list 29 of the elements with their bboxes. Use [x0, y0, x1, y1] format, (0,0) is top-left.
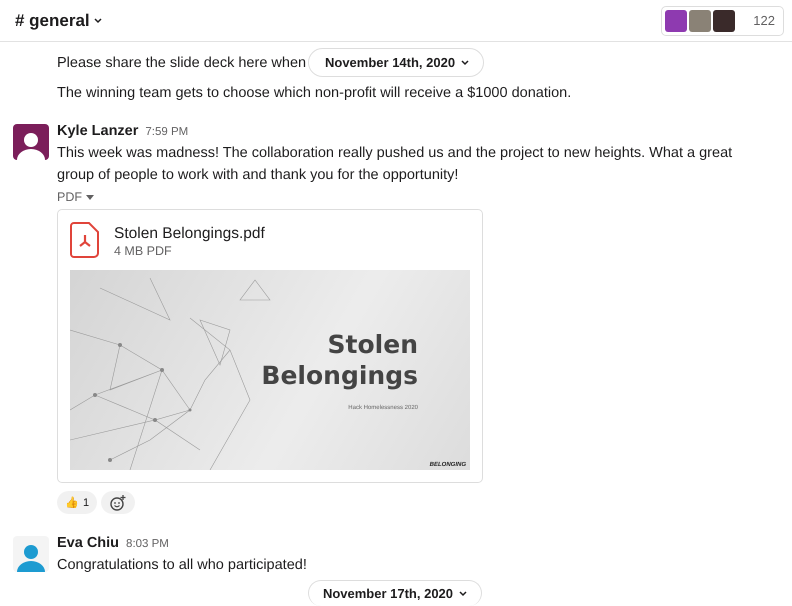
date-divider[interactable]: November 17th, 2020 [308, 580, 482, 606]
author-name: Eva Chiu [57, 534, 120, 553]
message-text: Please share the slide deck here when [57, 54, 306, 73]
message-text: This week was madness! The collaboration really pushed us and the project to new heights. What a great group of people to work with and thank you for the opportunity! [57, 144, 734, 185]
attachment-label[interactable]: PDF [57, 190, 94, 204]
slide-title: Stolen Belongings [261, 329, 418, 391]
channel-name[interactable]: # general [15, 10, 102, 30]
file-meta: 4 MB PDF [114, 244, 173, 258]
date-divider[interactable]: November 14th, 2020 [308, 48, 484, 77]
avatar [13, 124, 49, 160]
avatar-icon [689, 10, 712, 32]
file-name[interactable]: Stolen Belongings.pdf [114, 222, 265, 244]
reaction[interactable]: 👍 1 [57, 491, 98, 514]
pdf-file-icon [70, 222, 100, 258]
timestamp: 7:59 PM [145, 126, 188, 138]
caret-icon [94, 18, 102, 24]
smiley-plus-icon [110, 494, 126, 510]
members-button[interactable]: 122 [661, 6, 784, 36]
timestamp: 8:03 PM [126, 538, 169, 550]
caret-icon [461, 60, 470, 66]
message-text: The winning team gets to choose which non-profit will receive a $1000 donation. [57, 84, 572, 103]
caret-icon [459, 590, 468, 596]
author-name: Kyle Lanzer [57, 122, 138, 141]
avatar-icon [665, 10, 688, 32]
avatar-icon [713, 10, 736, 32]
add-reaction-button[interactable] [101, 491, 136, 514]
caret-icon [86, 194, 94, 200]
message-text: Congratulations to all who participated! [57, 556, 307, 575]
avatar [13, 536, 49, 572]
